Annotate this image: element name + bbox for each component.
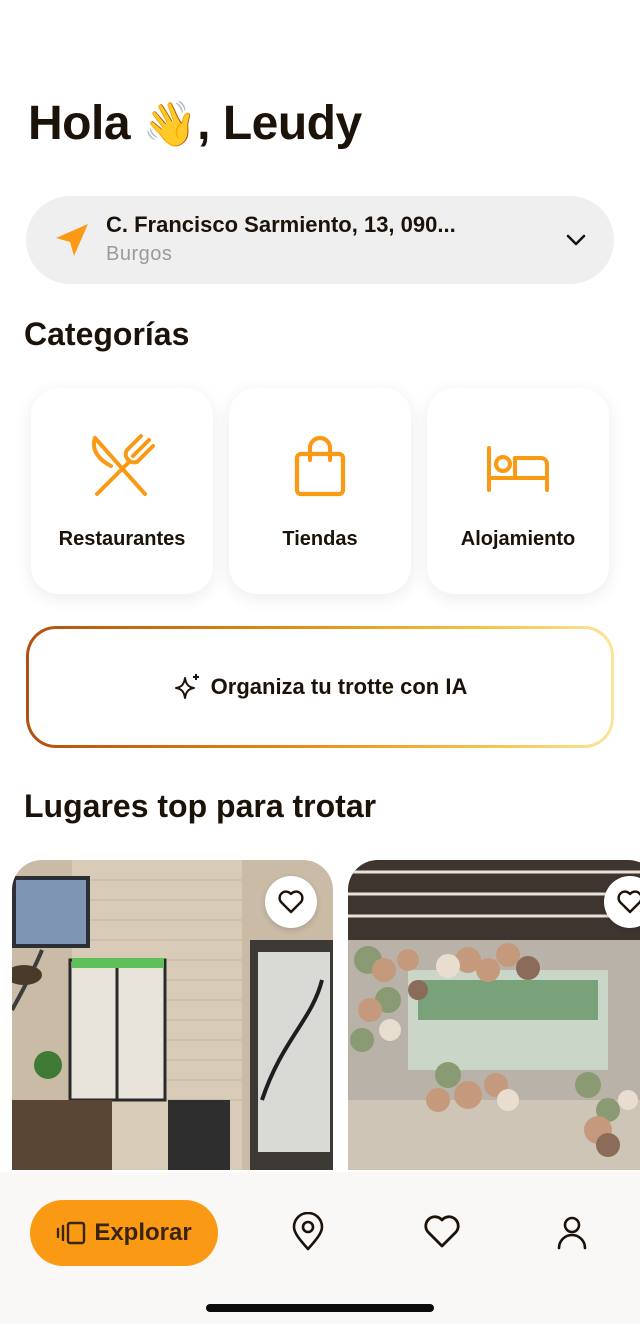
- category-restaurantes[interactable]: Restaurantes: [31, 388, 213, 594]
- bed-icon: [487, 446, 549, 492]
- ia-trip-planner-button[interactable]: Organiza tu trotte con IA: [26, 626, 614, 748]
- navigation-arrow-icon: [56, 224, 88, 256]
- greeting-hello: Hola: [28, 97, 131, 150]
- categories-title: Categorías: [24, 316, 190, 352]
- location-street: C. Francisco Sarmiento, 13, 090...: [106, 212, 456, 237]
- place-photo: [348, 860, 640, 1170]
- map-pin-icon: [292, 1212, 324, 1251]
- category-label: Restaurantes: [58, 528, 186, 550]
- map-tab-button[interactable]: [288, 1212, 328, 1252]
- chevron-down-icon: [566, 234, 586, 246]
- place-card[interactable]: [348, 860, 640, 1170]
- profile-tab-button[interactable]: [552, 1212, 592, 1252]
- home-indicator[interactable]: [206, 1304, 434, 1312]
- bottom-navigation: Explorar: [0, 1172, 640, 1324]
- sparkles-icon: [174, 674, 199, 699]
- shopping-bag-icon: [294, 435, 346, 497]
- waving-hand-icon: 👋: [142, 99, 198, 150]
- heart-icon: [617, 890, 640, 914]
- heart-icon: [424, 1215, 460, 1248]
- explore-tab-button[interactable]: Explorar: [30, 1200, 218, 1266]
- location-selector[interactable]: C. Francisco Sarmiento, 13, 090... Burgo…: [26, 196, 614, 284]
- category-alojamiento[interactable]: Alojamiento: [427, 388, 609, 594]
- category-label: Tiendas: [282, 528, 358, 550]
- heart-icon: [278, 890, 304, 914]
- ia-button-content: Organiza tu trotte con IA: [29, 629, 611, 745]
- explore-label: Explorar: [94, 1219, 192, 1246]
- favorites-tab-button[interactable]: [422, 1212, 462, 1252]
- cards-icon: [57, 1221, 86, 1245]
- greeting-name: , Leudy: [197, 97, 362, 150]
- fork-knife-icon: [92, 434, 155, 496]
- greeting-title: Hola 👋, Leudy: [28, 92, 362, 157]
- ia-button-label: Organiza tu trotte con IA: [210, 674, 468, 699]
- category-label: Alojamiento: [460, 528, 576, 550]
- location-city: Burgos: [106, 243, 173, 265]
- top-places-title: Lugares top para trotar: [24, 788, 377, 824]
- favorite-button[interactable]: [265, 876, 317, 928]
- user-icon: [557, 1216, 587, 1250]
- category-tiendas[interactable]: Tiendas: [229, 388, 411, 594]
- place-card[interactable]: [12, 860, 333, 1170]
